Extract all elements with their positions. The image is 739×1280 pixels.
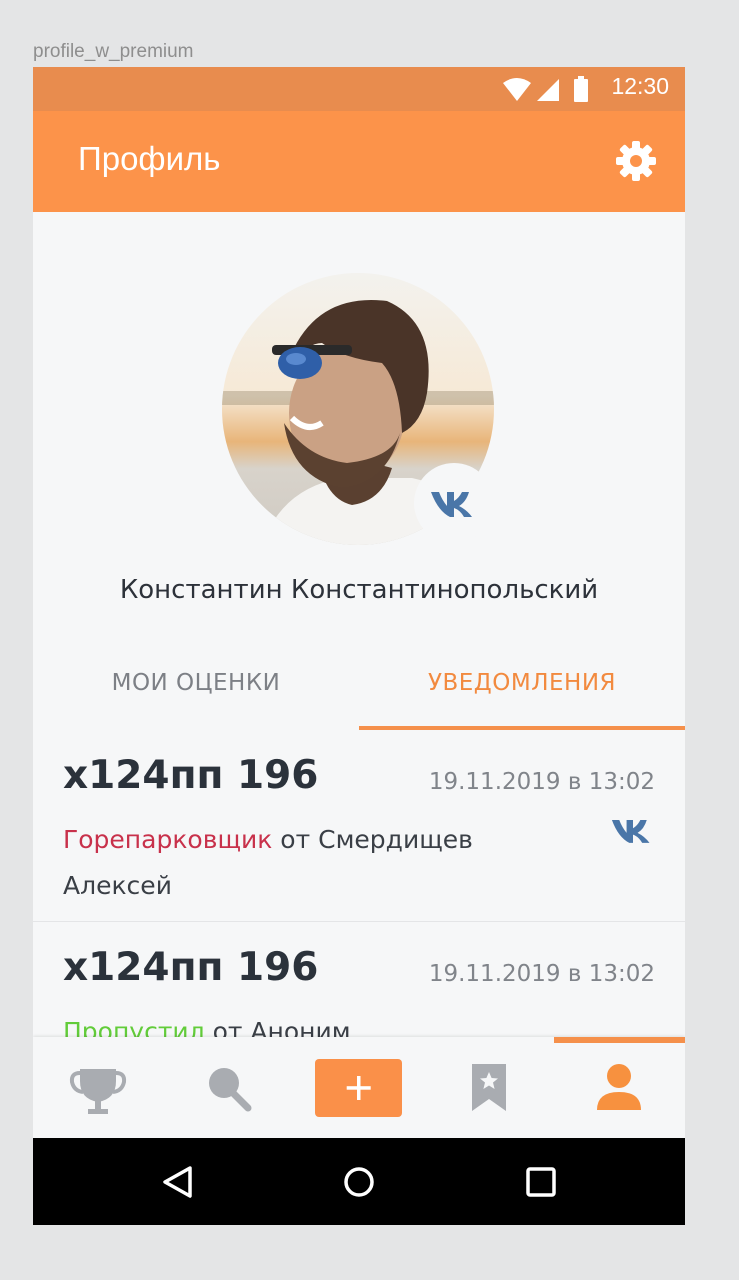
bottom-navigation: [33, 1037, 685, 1138]
bookmark-star-icon: [472, 1064, 506, 1111]
status-icons: [503, 76, 588, 102]
active-tab-indicator: [359, 726, 685, 730]
user-name: Константин Константинопольский: [119, 575, 599, 605]
notification-item[interactable]: х124пп 196 19.11.2019 в 13:02 Пропустил …: [33, 923, 685, 1046]
back-icon[interactable]: [160, 1164, 196, 1200]
profile-icon: [597, 1064, 641, 1110]
trophy-icon: [69, 1069, 127, 1114]
battery-icon: [574, 79, 588, 102]
nav-bookmarks-button[interactable]: [454, 1037, 524, 1138]
tab-bar: МОИ ОЦЕНКИ УВЕДОМЛЕНИЯ: [33, 655, 685, 730]
plus-icon: [346, 1076, 371, 1100]
add-report-button[interactable]: [315, 1059, 402, 1117]
search-icon: [209, 1068, 252, 1112]
settings-button[interactable]: [615, 140, 657, 182]
wifi-icon: [503, 78, 531, 101]
artboard-label: profile_w_premium: [33, 41, 194, 62]
nav-ratings-button[interactable]: [63, 1037, 133, 1138]
app-bar: Профиль: [33, 111, 685, 212]
notification-item[interactable]: х124пп 196 19.11.2019 в 13:02 Горепарков…: [33, 731, 685, 922]
license-plate: х124пп 196: [63, 753, 319, 798]
tab-my-ratings[interactable]: МОИ ОЦЕНКИ: [33, 655, 359, 729]
home-icon[interactable]: [341, 1164, 377, 1200]
vk-source-button[interactable]: [611, 817, 655, 849]
tab-notifications[interactable]: УВЕДОМЛЕНИЯ: [359, 655, 685, 729]
notification-date: 19.11.2019 в 13:02: [428, 769, 655, 795]
avatar-container[interactable]: [222, 273, 494, 545]
license-plate: х124пп 196: [63, 945, 319, 990]
vk-badge: [414, 463, 494, 543]
phone-screen: 12:30 Профиль Константин Константинополь…: [33, 67, 685, 1225]
notification-message: Горепарковщик от Смердищев Алексей: [63, 817, 533, 909]
system-navigation-bar: [33, 1138, 685, 1225]
nav-search-button[interactable]: [193, 1037, 263, 1138]
notification-date: 19.11.2019 в 13:02: [428, 961, 655, 987]
status-time: 12:30: [611, 73, 669, 99]
violation-label: Горепарковщик: [63, 825, 273, 854]
cellular-signal-icon: [537, 79, 559, 101]
gear-icon: [616, 141, 656, 181]
nav-profile-button[interactable]: [584, 1037, 654, 1138]
status-bar: 12:30: [33, 67, 685, 111]
page-title: Профиль: [78, 140, 221, 177]
vk-icon: [611, 820, 650, 843]
recent-apps-icon[interactable]: [523, 1164, 559, 1200]
vk-icon: [431, 492, 472, 517]
